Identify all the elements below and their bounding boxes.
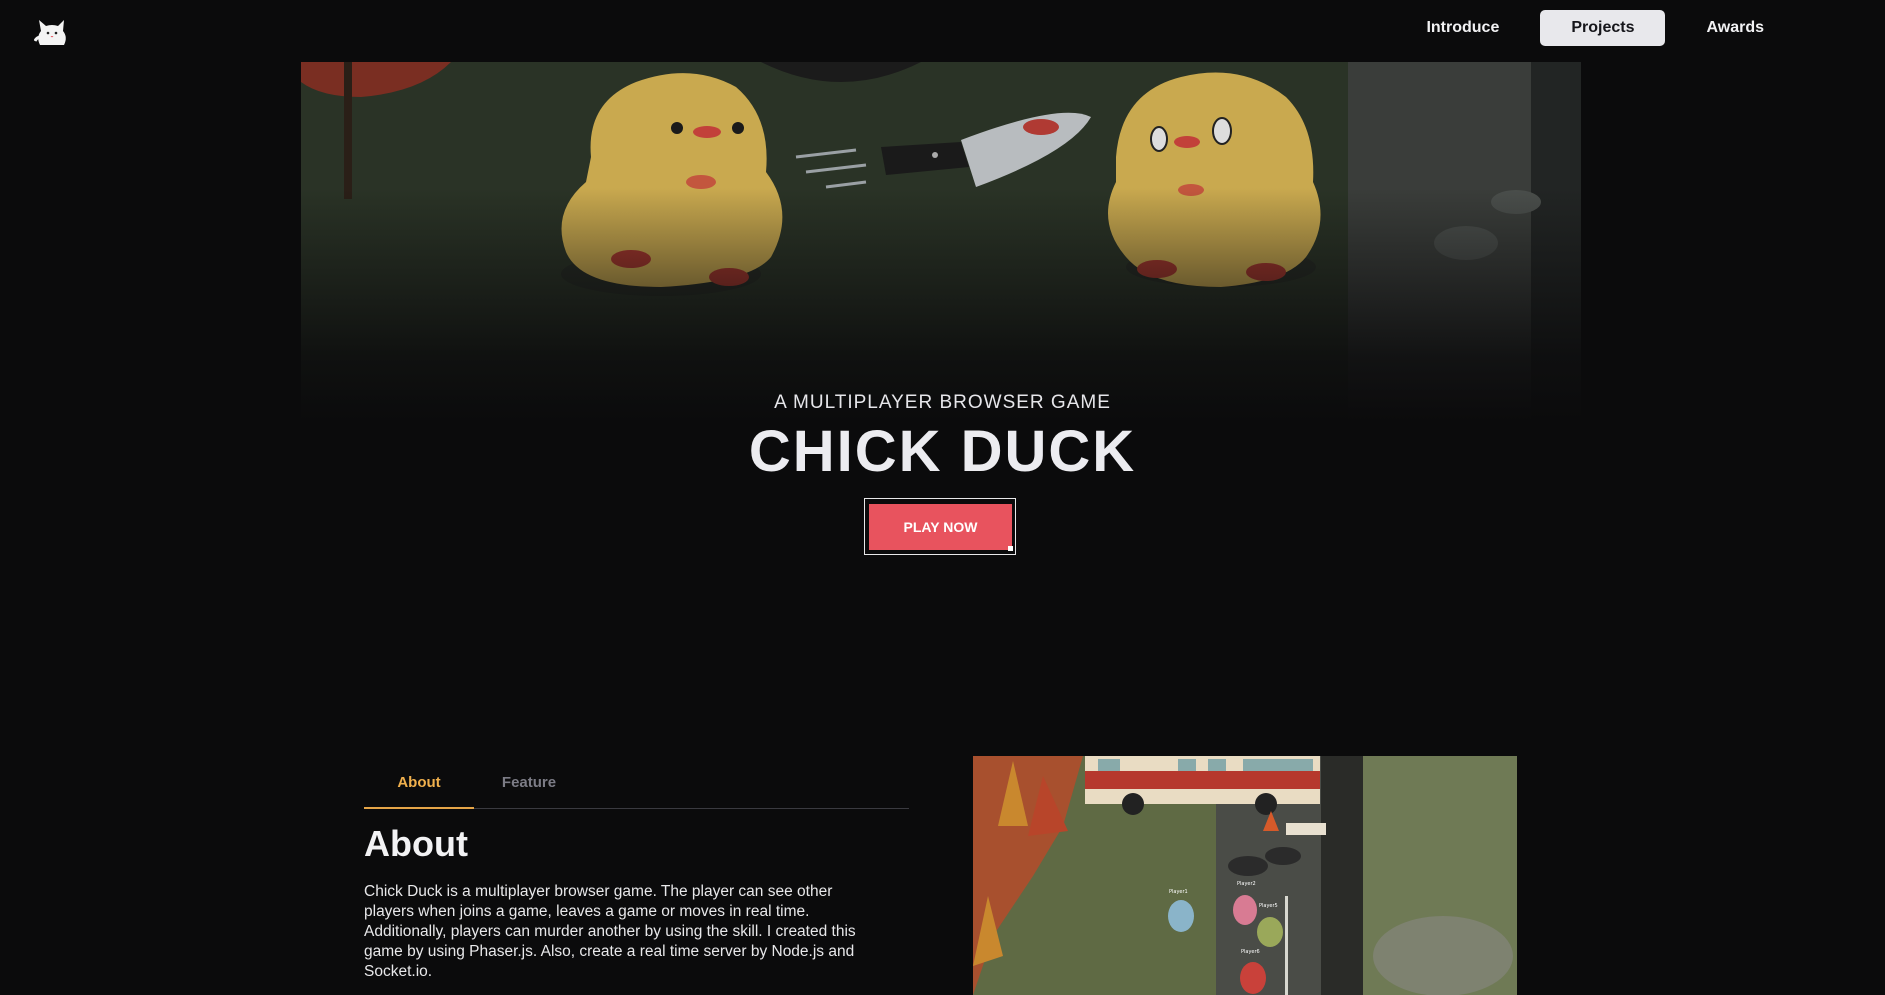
navbar: Introduce Projects Awards — [0, 0, 1885, 62]
hero-title: CHICK DUCK — [748, 419, 1137, 484]
hero-subtitle: A MULTIPLAYER BROWSER GAME — [774, 392, 1111, 413]
play-now-button[interactable]: PLAY NOW — [869, 504, 1012, 550]
hero-fade-overlay — [301, 62, 1581, 422]
player-label: Player1 — [1169, 889, 1188, 895]
project-tabs: About Feature — [364, 763, 909, 809]
game-screenshot: Player1 Player2 Player5 Player6 — [973, 756, 1517, 995]
about-description: Chick Duck is a multiplayer browser game… — [364, 883, 856, 980]
nav-links: Introduce Projects Awards — [1395, 10, 1795, 46]
hero-illustration — [301, 62, 1581, 422]
tab-feature[interactable]: Feature — [474, 763, 584, 809]
play-button-corner — [1008, 546, 1013, 551]
about-heading: About — [364, 823, 468, 864]
cat-logo-icon[interactable] — [34, 15, 70, 49]
player-label: Player2 — [1237, 881, 1256, 887]
nav-projects[interactable]: Projects — [1540, 10, 1666, 46]
nav-introduce[interactable]: Introduce — [1395, 10, 1530, 46]
player-label: Player5 — [1259, 903, 1278, 909]
player-label: Player6 — [1241, 949, 1260, 955]
tab-about[interactable]: About — [364, 763, 474, 809]
nav-awards[interactable]: Awards — [1675, 10, 1795, 46]
